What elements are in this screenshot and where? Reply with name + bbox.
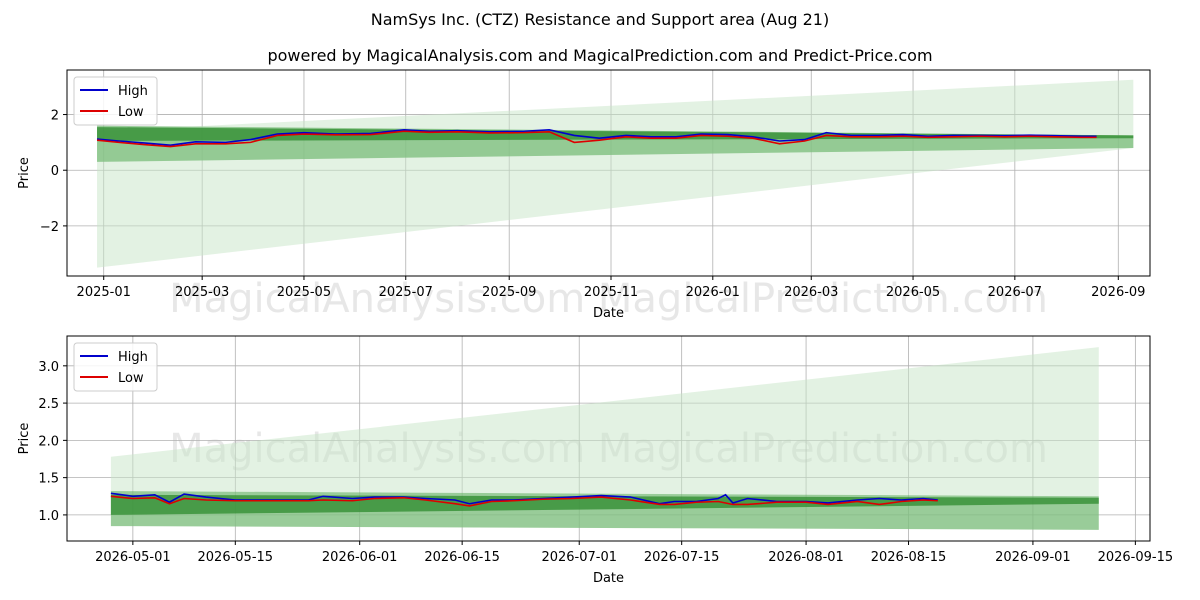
x-tick-label: 2025-03 [175, 285, 229, 300]
x-tick-label: 2026-06-01 [322, 550, 398, 565]
y-tick-label: 2.5 [38, 397, 59, 412]
x-tick-label: 2026-08-15 [871, 550, 947, 565]
y-tick-label: 1.0 [38, 509, 59, 524]
legend-label-high: High [118, 350, 148, 365]
x-tick-label: 2026-05-01 [95, 550, 171, 565]
x-tick-label: 2025-05 [277, 285, 331, 300]
x-tick-label: 2025-09 [482, 285, 536, 300]
y-axis-label: Price [17, 423, 32, 455]
y-tick-label: 2.0 [38, 434, 59, 449]
y-tick-label: −2 [40, 220, 59, 235]
x-tick-label: 2026-03 [784, 285, 838, 300]
prediction-cone [110, 347, 1099, 497]
y-tick-label: 3.0 [38, 360, 59, 375]
x-tick-label: 2026-07-15 [644, 550, 720, 565]
x-tick-label: 2026-06-15 [424, 550, 500, 565]
x-axis-label: Date [593, 306, 624, 321]
x-tick-label: 2026-05 [886, 285, 940, 300]
x-tick-label: 2026-09-15 [1098, 550, 1174, 565]
x-tick-label: 2026-07-01 [541, 550, 617, 565]
y-tick-label: 1.5 [38, 472, 59, 487]
chart-2: MagicalAnalysis.com MagicalPrediction.co… [17, 335, 1174, 586]
charts-canvas: MagicalAnalysis.com MagicalPrediction.co… [17, 69, 1174, 586]
plot-area [96, 79, 1134, 268]
y-axis-label: Price [17, 157, 32, 189]
x-tick-label: 2026-05-15 [198, 550, 274, 565]
y-tick-label: 2 [51, 109, 59, 124]
x-tick-label: 2026-07 [988, 285, 1042, 300]
legend: High Low [73, 342, 158, 392]
x-axis-label: Date [593, 571, 624, 586]
legend-label-low: Low [118, 105, 144, 120]
prediction-cone [97, 79, 1134, 268]
x-tick-label: 2026-08-01 [768, 550, 844, 565]
legend: High Low [73, 76, 158, 126]
y-tick-label: 0 [51, 164, 59, 179]
x-tick-label: 2026-01 [686, 285, 740, 300]
x-tick-label: 2026-09 [1091, 285, 1145, 300]
x-tick-label: 2025-11 [584, 285, 638, 300]
x-tick-label: 2025-01 [77, 285, 131, 300]
x-tick-label: 2025-07 [379, 285, 433, 300]
chart-1: MagicalAnalysis.com MagicalPrediction.co… [17, 69, 1151, 322]
x-tick-label: 2026-09-01 [995, 550, 1071, 565]
legend-label-high: High [118, 84, 148, 99]
legend-label-low: Low [118, 371, 144, 386]
